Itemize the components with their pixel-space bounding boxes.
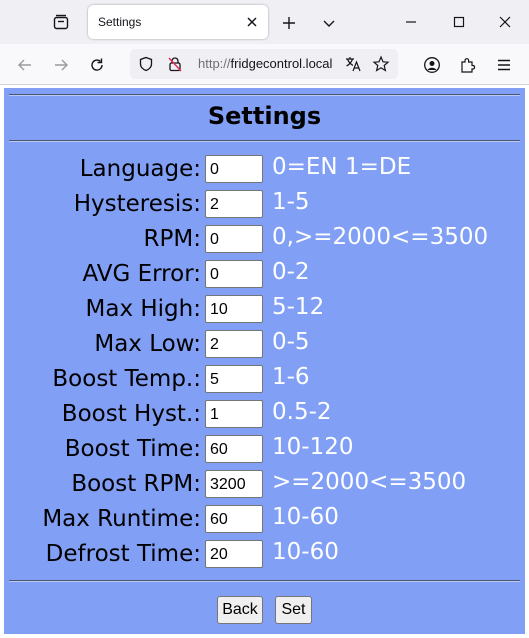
setting-input[interactable]: 20: [205, 540, 263, 568]
setting-range-hint: 1-6: [272, 364, 310, 390]
close-window-icon: [499, 16, 511, 28]
setting-range-hint: >=2000<=3500: [272, 469, 467, 495]
setting-range-hint: 0-5: [272, 329, 310, 355]
setting-input[interactable]: 60: [205, 505, 263, 533]
settings-row: Hysteresis: 2 1-5: [4, 189, 525, 219]
setting-range-hint: 0.5-2: [272, 399, 332, 425]
translate-icon[interactable]: [344, 55, 362, 73]
setting-range-hint: 0-2: [272, 259, 310, 285]
address-bar[interactable]: http://fridgecontrol.local: [130, 49, 398, 79]
tab-bar: Settings: [0, 0, 529, 44]
setting-input[interactable]: 10: [205, 295, 263, 323]
account-button[interactable]: [418, 51, 446, 79]
title-divider: [9, 140, 520, 142]
forward-nav-button[interactable]: [47, 51, 75, 79]
setting-label: Defrost Time:: [45, 541, 201, 567]
setting-input[interactable]: 0: [205, 225, 263, 253]
settings-row: Boost Temp.: 5 1-6: [4, 364, 525, 394]
setting-input[interactable]: 0: [205, 260, 263, 288]
tab-settings[interactable]: Settings: [88, 5, 268, 39]
bookmark-star-icon[interactable]: [372, 55, 390, 73]
setting-label: AVG Error:: [82, 261, 201, 287]
firefox-view-button[interactable]: [46, 8, 76, 36]
insecure-lock-icon[interactable]: [166, 55, 184, 73]
setting-label: Boost Temp.:: [52, 366, 201, 392]
settings-row: Boost RPM: 3200 >=2000<=3500: [4, 469, 525, 499]
setting-input[interactable]: 1: [205, 400, 263, 428]
setting-label: Hysteresis:: [73, 191, 201, 217]
setting-input[interactable]: 5: [205, 365, 263, 393]
setting-label: Max Runtime:: [42, 506, 201, 532]
chevron-down-icon: [323, 20, 335, 27]
set-button[interactable]: Set: [275, 596, 312, 624]
shield-icon[interactable]: [137, 55, 155, 73]
hamburger-menu-icon: [498, 59, 510, 71]
page-title: Settings: [207, 102, 322, 130]
settings-row: AVG Error: 0 0-2: [4, 259, 525, 289]
url-text[interactable]: http://fridgecontrol.local: [198, 56, 336, 74]
settings-row: RPM: 0 0,>=2000<=3500: [4, 224, 525, 254]
settings-row: Boost Hyst.: 1 0.5-2: [4, 399, 525, 429]
settings-panel: Settings Language: 0 0=EN 1=DE Hysteresis: 2…: [4, 88, 525, 634]
minimize-button[interactable]: [396, 8, 426, 36]
list-all-tabs-button[interactable]: [316, 10, 342, 36]
setting-range-hint: 1-5: [272, 189, 310, 215]
back-nav-button[interactable]: [11, 51, 39, 79]
maximize-icon: [453, 16, 465, 28]
settings-row: Language: 0 0=EN 1=DE: [4, 154, 525, 184]
arrow-right-icon: [55, 59, 68, 71]
setting-input[interactable]: 60: [205, 435, 263, 463]
tab-close-button[interactable]: [240, 10, 264, 34]
url-protocol: http://: [198, 56, 231, 71]
firefox-view-icon: [53, 14, 69, 30]
bottom-divider: [9, 580, 520, 582]
setting-label: Boost Time:: [64, 436, 201, 462]
setting-input[interactable]: 2: [205, 190, 263, 218]
settings-row: Boost Time: 60 10-120: [4, 434, 525, 464]
url-host: fridgecontrol.local: [230, 56, 333, 71]
navigation-bar: http://fridgecontrol.local: [0, 44, 529, 85]
top-divider: [9, 94, 520, 96]
tab-title: Settings: [98, 15, 142, 29]
setting-range-hint: 0=EN 1=DE: [272, 154, 412, 180]
extensions-button[interactable]: [454, 51, 482, 79]
settings-row: Max High: 10 5-12: [4, 294, 525, 324]
setting-label: Language:: [79, 156, 201, 182]
new-tab-button[interactable]: [276, 10, 302, 36]
settings-row: Max Low: 2 0-5: [4, 329, 525, 359]
close-icon: [247, 17, 257, 27]
setting-input[interactable]: 3200: [205, 470, 263, 498]
setting-label: RPM:: [143, 226, 201, 252]
arrow-left-icon: [18, 59, 31, 71]
back-button[interactable]: Back: [217, 596, 263, 624]
plus-icon: [283, 17, 295, 29]
puzzle-icon: [461, 58, 476, 73]
setting-range-hint: 0,>=2000<=3500: [272, 224, 489, 250]
account-icon: [424, 57, 440, 73]
setting-range-hint: 10-120: [272, 434, 354, 460]
settings-row: Defrost Time: 20 10-60: [4, 539, 525, 569]
reload-icon: [91, 58, 103, 71]
setting-label: Max High:: [85, 296, 201, 322]
setting-range-hint: 5-12: [272, 294, 325, 320]
maximize-button[interactable]: [444, 8, 474, 36]
setting-label: Boost Hyst.:: [61, 401, 201, 427]
setting-label: Max Low:: [94, 331, 201, 357]
minimize-icon: [406, 21, 416, 23]
page-viewport: Settings Language: 0 0=EN 1=DE Hysteresis: 2…: [0, 85, 529, 638]
setting-input[interactable]: 2: [205, 330, 263, 358]
setting-range-hint: 10-60: [272, 539, 339, 565]
reload-button[interactable]: [83, 51, 111, 79]
setting-range-hint: 10-60: [272, 504, 339, 530]
setting-label: Boost RPM:: [71, 471, 201, 497]
settings-row: Max Runtime: 60 10-60: [4, 504, 525, 534]
menu-button[interactable]: [490, 51, 518, 79]
setting-input[interactable]: 0: [205, 155, 263, 183]
close-window-button[interactable]: [490, 8, 520, 36]
